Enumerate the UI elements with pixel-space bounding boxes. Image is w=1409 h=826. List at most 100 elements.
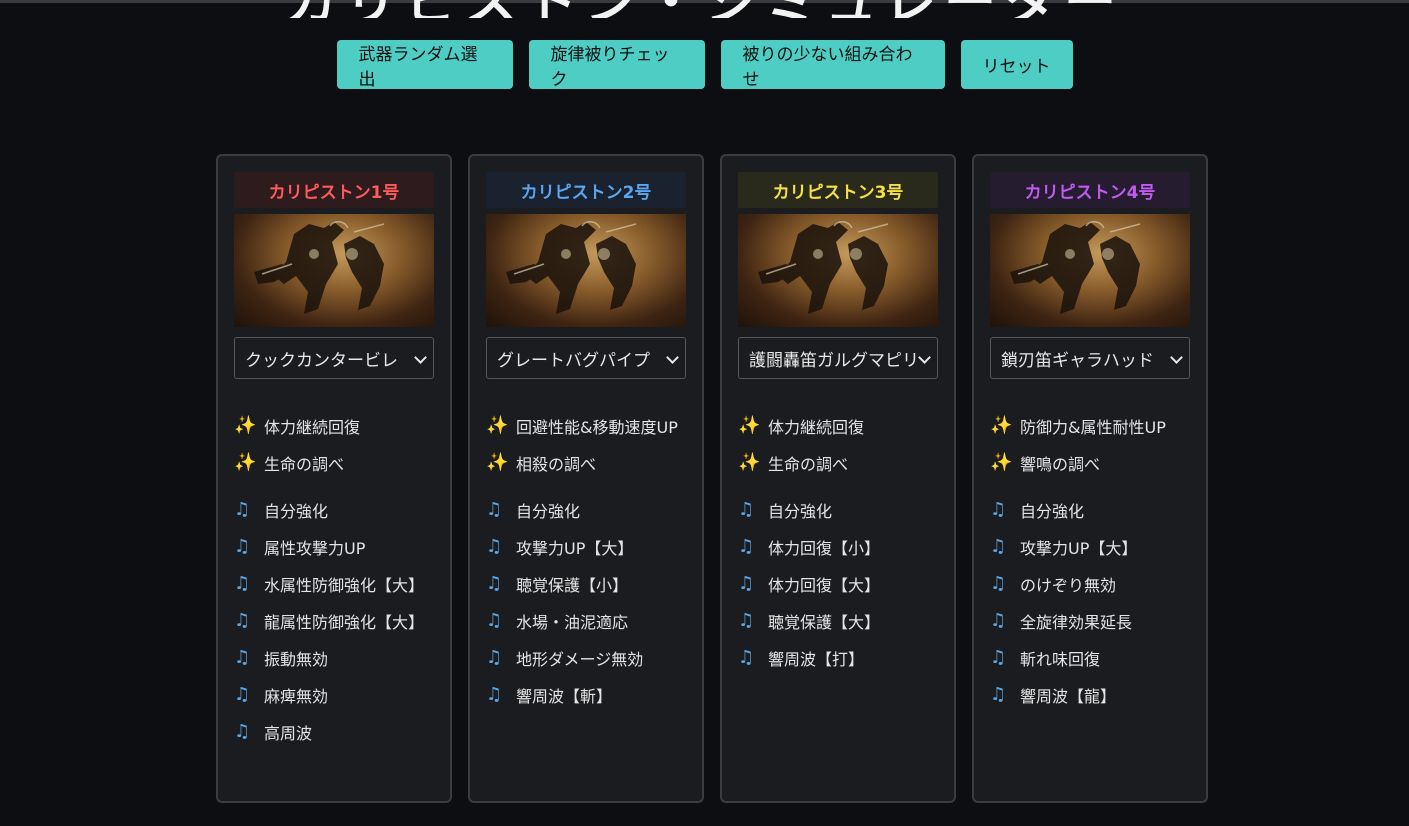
melody-item: ♫ 自分強化 bbox=[486, 491, 686, 528]
melody-label: 攻撃力UP【大】 bbox=[516, 538, 634, 558]
calipiston-card-4: カリピストン4号 鎖刃笛ギャラハッド ✨ 防御力&属性耐性UP ✨ 響鳴の調べ ♫ 自分強化… bbox=[972, 154, 1208, 803]
music-note-icon: ♫ bbox=[738, 647, 755, 668]
special-melody-item: ✨ 体力継続回復 bbox=[738, 407, 938, 444]
reset-button[interactable]: リセット bbox=[960, 40, 1073, 89]
special-melody-label: 体力継続回復 bbox=[768, 417, 865, 437]
melody-item: ♫ 攻撃力UP【大】 bbox=[990, 528, 1190, 565]
special-melody-label: 相殺の調べ bbox=[516, 454, 597, 474]
melody-label: 麻痺無効 bbox=[264, 686, 329, 706]
music-note-icon: ♫ bbox=[486, 499, 503, 520]
melody-item: ♫ 響周波【斬】 bbox=[486, 676, 686, 713]
music-note-icon: ♫ bbox=[990, 573, 1007, 594]
card-title: カリピストン4号 bbox=[990, 172, 1190, 208]
weapon-select[interactable]: 護闘轟笛ガルグマピリ bbox=[738, 337, 938, 379]
melody-item: ♫ 攻撃力UP【大】 bbox=[486, 528, 686, 565]
weapon-image bbox=[486, 214, 686, 327]
special-melody-label: 生命の調べ bbox=[264, 454, 345, 474]
sparkles-icon: ✨ bbox=[990, 415, 1013, 436]
special-melody-label: 響鳴の調べ bbox=[1020, 454, 1101, 474]
music-note-icon: ♫ bbox=[234, 721, 251, 742]
weapon-image bbox=[234, 214, 434, 327]
special-melody-item: ✨ 響鳴の調べ bbox=[990, 444, 1190, 481]
melody-label: 体力回復【小】 bbox=[768, 538, 881, 558]
sparkles-icon: ✨ bbox=[738, 452, 761, 473]
melody-item: ♫ 麻痺無効 bbox=[234, 676, 434, 713]
melody-label: 斬れ味回復 bbox=[1020, 649, 1101, 669]
music-note-icon: ♫ bbox=[486, 647, 503, 668]
music-note-icon: ♫ bbox=[234, 573, 251, 594]
melody-item: ♫ のけぞり無効 bbox=[990, 565, 1190, 602]
melody-item: ♫ 水場・油泥適応 bbox=[486, 602, 686, 639]
melody-item: ♫ 体力回復【大】 bbox=[738, 565, 938, 602]
weapon-select-value: 鎖刃笛ギャラハッド bbox=[1001, 350, 1154, 371]
melody-item: ♫ 響周波【打】 bbox=[738, 639, 938, 676]
special-melody-label: 生命の調べ bbox=[768, 454, 849, 474]
melody-label: 響周波【斬】 bbox=[516, 686, 613, 706]
music-note-icon: ♫ bbox=[486, 610, 503, 631]
sparkles-icon: ✨ bbox=[234, 452, 257, 473]
special-melody-item: ✨ 回避性能&移動速度UP bbox=[486, 407, 686, 444]
music-note-icon: ♫ bbox=[990, 647, 1007, 668]
music-note-icon: ♫ bbox=[990, 499, 1007, 520]
melody-item: ♫ 属性攻撃力UP bbox=[234, 528, 434, 565]
melody-label: 響周波【打】 bbox=[768, 649, 865, 669]
melody-label: 水属性防御強化【大】 bbox=[264, 575, 425, 595]
melody-label: 攻撃力UP【大】 bbox=[1020, 538, 1138, 558]
weapon-select[interactable]: クックカンタービレ bbox=[234, 337, 434, 379]
melody-label: 自分強化 bbox=[768, 501, 833, 521]
melody-label: 全旋律効果延長 bbox=[1020, 612, 1133, 632]
weapon-select[interactable]: 鎖刃笛ギャラハッド bbox=[990, 337, 1190, 379]
melody-label: 属性攻撃力UP bbox=[264, 538, 366, 558]
melody-item: ♫ 自分強化 bbox=[738, 491, 938, 528]
card-container: カリピストン1号 クックカンタービレ ✨ 体力継続回復 ✨ 生命の調べ ♫ 自分強化 ♫ 属性攻… bbox=[216, 154, 1208, 803]
weapon-select-value: グレートバグパイプ bbox=[497, 350, 650, 371]
music-note-icon: ♫ bbox=[990, 536, 1007, 557]
skill-list: ✨ 体力継続回復 ✨ 生命の調べ ♫ 自分強化 ♫ 体力回復【小】 ♫ 体力回復【大】 ♫ 聴覚保護【… bbox=[738, 407, 938, 676]
least-overlap-combination-button[interactable]: 被りの少ない組み合わせ bbox=[720, 40, 945, 90]
melody-item: ♫ 地形ダメージ無効 bbox=[486, 639, 686, 676]
special-melody-item: ✨ 体力継続回復 bbox=[234, 407, 434, 444]
sparkles-icon: ✨ bbox=[738, 415, 761, 436]
special-melody-item: ✨ 生命の調べ bbox=[234, 444, 434, 481]
melody-label: 体力回復【大】 bbox=[768, 575, 881, 595]
music-note-icon: ♫ bbox=[738, 573, 755, 594]
melody-item: ♫ 聴覚保護【小】 bbox=[486, 565, 686, 602]
music-note-icon: ♫ bbox=[738, 536, 755, 557]
card-title: カリピストン2号 bbox=[486, 172, 686, 208]
special-melody-label: 防御力&属性耐性UP bbox=[1020, 417, 1166, 437]
melody-label: 水場・油泥適応 bbox=[516, 612, 629, 632]
special-melody-item: ✨ 相殺の調べ bbox=[486, 444, 686, 481]
melody-label: 高周波 bbox=[264, 723, 313, 743]
melody-label: 聴覚保護【大】 bbox=[768, 612, 881, 632]
melody-label: 振動無効 bbox=[264, 649, 329, 669]
melody-item: ♫ 聴覚保護【大】 bbox=[738, 602, 938, 639]
music-note-icon: ♫ bbox=[234, 647, 251, 668]
music-note-icon: ♫ bbox=[738, 499, 755, 520]
skill-list: ✨ 回避性能&移動速度UP ✨ 相殺の調べ ♫ 自分強化 ♫ 攻撃力UP【大】 ♫ 聴覚保護【小】… bbox=[486, 407, 686, 713]
melody-item: ♫ 自分強化 bbox=[990, 491, 1190, 528]
melody-label: 地形ダメージ無効 bbox=[516, 649, 644, 669]
calipiston-card-1: カリピストン1号 クックカンタービレ ✨ 体力継続回復 ✨ 生命の調べ ♫ 自分強化 ♫ 属性攻… bbox=[216, 154, 452, 803]
melody-item: ♫ 斬れ味回復 bbox=[990, 639, 1190, 676]
melody-item: ♫ 振動無効 bbox=[234, 639, 434, 676]
melody-item: ♫ 自分強化 bbox=[234, 491, 434, 528]
special-melody-label: 回避性能&移動速度UP bbox=[516, 417, 678, 437]
music-note-icon: ♫ bbox=[738, 610, 755, 631]
special-melody-label: 体力継続回復 bbox=[264, 417, 361, 437]
music-note-icon: ♫ bbox=[990, 610, 1007, 631]
music-note-icon: ♫ bbox=[234, 499, 251, 520]
music-note-icon: ♫ bbox=[234, 536, 251, 557]
card-title: カリピストン3号 bbox=[738, 172, 938, 208]
random-weapon-button[interactable]: 武器ランダム選出 bbox=[336, 40, 513, 90]
music-note-icon: ♫ bbox=[486, 684, 503, 705]
melody-label: 自分強化 bbox=[264, 501, 329, 521]
music-note-icon: ♫ bbox=[486, 536, 503, 557]
sparkles-icon: ✨ bbox=[234, 415, 257, 436]
toolbar: 武器ランダム選出 旋律被りチェック 被りの少ない組み合わせ リセット bbox=[0, 40, 1409, 90]
weapon-select[interactable]: グレートバグパイプ bbox=[486, 337, 686, 379]
card-title: カリピストン1号 bbox=[234, 172, 434, 208]
melody-overlap-check-button[interactable]: 旋律被りチェック bbox=[528, 40, 705, 90]
